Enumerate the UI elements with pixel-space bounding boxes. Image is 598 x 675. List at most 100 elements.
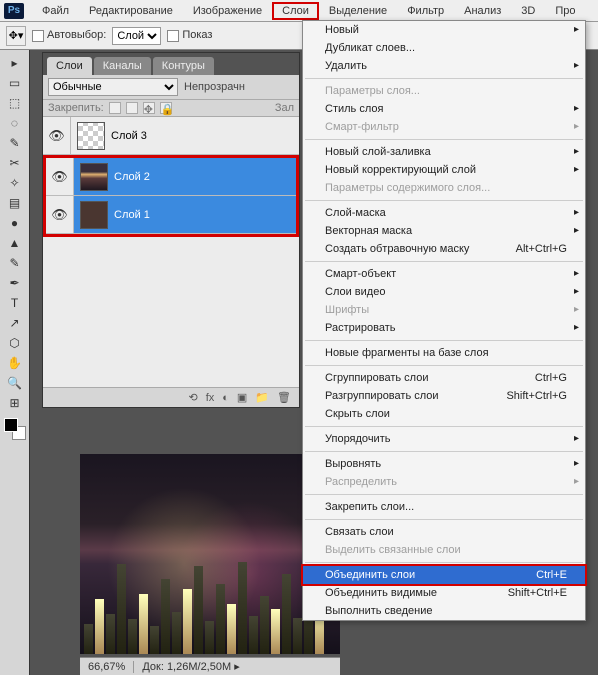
menu-Изображение[interactable]: Изображение [183, 2, 272, 20]
menu-Файл[interactable]: Файл [32, 2, 79, 20]
panel-footer-icon-5[interactable]: 🗑 [277, 391, 291, 404]
layers-menu-dropdown[interactable]: НовыйДубликат слоев...Удалить Параметры с… [302, 20, 586, 621]
menu-item-Упорядочить[interactable]: Упорядочить [303, 430, 585, 448]
document-canvas[interactable] [80, 454, 340, 654]
layer-name[interactable]: Слой 1 [114, 209, 150, 221]
menu-item-Параметры-слоя-: Параметры слоя... [303, 82, 585, 100]
layer-thumbnail[interactable] [80, 201, 108, 229]
tool-3[interactable]: ◌ [3, 114, 27, 132]
layers-panel: СлоиКаналыКонтуры Обычные Непрозрачн Зак… [42, 52, 300, 408]
tab-Каналы[interactable]: Каналы [94, 57, 151, 75]
menu-item-Выделить-связанные-слои: Выделить связанные слои [303, 541, 585, 559]
lock-position-icon[interactable]: ✥ [143, 102, 155, 114]
menu-item-Дубликат-слоев-[interactable]: Дубликат слоев... [303, 39, 585, 57]
layer-name[interactable]: Слой 2 [114, 171, 150, 183]
panel-footer-icon-3[interactable]: ▣ [237, 391, 247, 404]
visibility-eye-icon[interactable]: 👁 [43, 117, 71, 154]
tool-6[interactable]: ✧ [3, 174, 27, 192]
tool-1[interactable]: ▭ [3, 74, 27, 92]
fill-label: Зал [275, 102, 294, 114]
menu-item-Закрепить-слои-[interactable]: Закрепить слои... [303, 498, 585, 516]
layer-row[interactable]: 👁 Слой 3 [43, 117, 299, 155]
menu-item-Сгруппировать-слои[interactable]: Сгруппировать слоиCtrl+G [303, 369, 585, 387]
zoom-level[interactable]: 66,67% [80, 661, 134, 673]
menu-item-Разгруппировать-слои[interactable]: Разгруппировать слоиShift+Ctrl+G [303, 387, 585, 405]
panel-footer-icon-1[interactable]: fx [206, 392, 215, 404]
tab-Слои[interactable]: Слои [47, 57, 92, 75]
menu-item-Объединить-видимые[interactable]: Объединить видимыеShift+Ctrl+E [303, 584, 585, 602]
panel-footer: ⟲ fx ◐ ▣ 📁 🗑 [43, 387, 299, 407]
menu-Слои[interactable]: Слои [272, 2, 319, 20]
menu-item-Слои-видео[interactable]: Слои видео [303, 283, 585, 301]
foreground-background-swatch[interactable] [4, 418, 26, 440]
tool-15[interactable]: ✋ [3, 354, 27, 372]
menu-item-Новые-фрагменты-на-базе-слоя[interactable]: Новые фрагменты на базе слоя [303, 344, 585, 362]
layer-row[interactable]: 👁 Слой 1 [46, 196, 296, 234]
tool-4[interactable]: ✎ [3, 134, 27, 152]
blend-mode-select[interactable]: Обычные [48, 78, 178, 96]
opacity-label: Непрозрачн [184, 81, 245, 93]
tool-16[interactable]: 🔍 [3, 374, 27, 392]
menu-item-Создать-обтравочную-маску[interactable]: Создать обтравочную маскуAlt+Ctrl+G [303, 240, 585, 258]
menu-item-Скрыть-слои[interactable]: Скрыть слои [303, 405, 585, 423]
tool-13[interactable]: ↗ [3, 314, 27, 332]
lock-pixels-icon[interactable] [126, 102, 138, 114]
tool-11[interactable]: ✒ [3, 274, 27, 292]
lock-transparency-icon[interactable] [109, 102, 121, 114]
tool-0[interactable]: ▸ [3, 54, 27, 72]
visibility-eye-icon[interactable]: 👁 [46, 196, 74, 233]
move-tool-icon[interactable]: ✥▾ [6, 26, 26, 46]
show-transform-checkbox[interactable]: Показ [167, 29, 212, 41]
tool-5[interactable]: ✂ [3, 154, 27, 172]
doc-size: 1,26M/2,50M [167, 661, 231, 673]
menu-item-Шрифты: Шрифты [303, 301, 585, 319]
menu-item-Векторная-маска[interactable]: Векторная маска [303, 222, 585, 240]
tool-10[interactable]: ✎ [3, 254, 27, 272]
menu-item-Распределить: Распределить [303, 473, 585, 491]
menu-item-Выполнить-сведение[interactable]: Выполнить сведение [303, 602, 585, 620]
tool-8[interactable]: ● [3, 214, 27, 232]
menu-Редактирование[interactable]: Редактирование [79, 2, 183, 20]
panel-footer-icon-0[interactable]: ⟲ [188, 391, 197, 404]
menubar: Ps ФайлРедактированиеИзображениеСлоиВыде… [0, 0, 598, 22]
menu-item-Растрировать[interactable]: Растрировать [303, 319, 585, 337]
tab-Контуры[interactable]: Контуры [153, 57, 214, 75]
menu-item-Слой-маска[interactable]: Слой-маска [303, 204, 585, 222]
tool-12[interactable]: T [3, 294, 27, 312]
app-icon: Ps [4, 3, 24, 19]
visibility-eye-icon[interactable]: 👁 [46, 158, 74, 195]
menu-3D[interactable]: 3D [511, 2, 545, 20]
lock-all-icon[interactable]: 🔒 [160, 102, 172, 114]
menu-item-Новый[interactable]: Новый [303, 21, 585, 39]
menu-item-Смарт-объект[interactable]: Смарт-объект [303, 265, 585, 283]
layer-thumbnail[interactable] [77, 122, 105, 150]
layer-name[interactable]: Слой 3 [111, 130, 147, 142]
layer-row[interactable]: 👁 Слой 2 [46, 158, 296, 196]
menu-item-Новый-корректирующий-слой[interactable]: Новый корректирующий слой [303, 161, 585, 179]
layer-thumbnail[interactable] [80, 163, 108, 191]
auto-select-target[interactable]: Слой [112, 27, 161, 45]
menu-Анализ[interactable]: Анализ [454, 2, 511, 20]
menu-item-Стиль-слоя[interactable]: Стиль слоя [303, 100, 585, 118]
tool-9[interactable]: ▲ [3, 234, 27, 252]
layers-list: 👁 Слой 3 👁 Слой 2 👁 Слой 1 [43, 117, 299, 237]
tool-7[interactable]: ▤ [3, 194, 27, 212]
menu-item-Новый-слой-заливка[interactable]: Новый слой-заливка [303, 143, 585, 161]
menu-item-Удалить[interactable]: Удалить [303, 57, 585, 75]
menu-Про[interactable]: Про [545, 2, 585, 20]
tool-14[interactable]: ⬡ [3, 334, 27, 352]
menu-item-Выровнять[interactable]: Выровнять [303, 455, 585, 473]
menu-item-Параметры-содержимого-слоя-: Параметры содержимого слоя... [303, 179, 585, 197]
doc-label: Док: [142, 661, 164, 673]
menu-Выделение[interactable]: Выделение [319, 2, 397, 20]
tool-17[interactable]: ⊞ [3, 394, 27, 412]
menu-Фильтр[interactable]: Фильтр [397, 2, 454, 20]
selected-layers-highlight: 👁 Слой 2 👁 Слой 1 [43, 155, 299, 237]
merge-layers-highlight: Объединить слоиCtrl+E [301, 564, 587, 586]
panel-footer-icon-2[interactable]: ◐ [222, 392, 229, 404]
menu-item-Объединить-слои[interactable]: Объединить слоиCtrl+E [303, 566, 585, 584]
auto-select-checkbox[interactable]: Автовыбор: [32, 29, 106, 41]
panel-footer-icon-4[interactable]: 📁 [255, 391, 269, 404]
tool-2[interactable]: ⬚ [3, 94, 27, 112]
menu-item-Связать-слои[interactable]: Связать слои [303, 523, 585, 541]
